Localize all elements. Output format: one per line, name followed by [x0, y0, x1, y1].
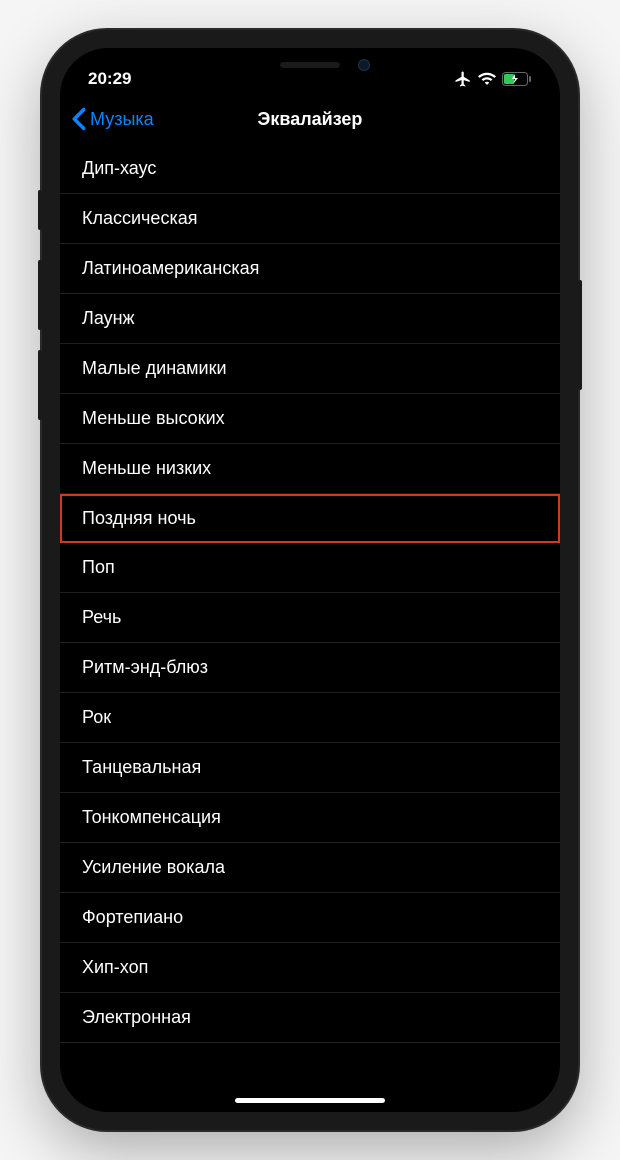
- speaker: [280, 62, 340, 68]
- list-item[interactable]: Классическая: [60, 194, 560, 244]
- preset-label: Дип-хаус: [82, 158, 156, 179]
- list-item[interactable]: Тонкомпенсация: [60, 793, 560, 843]
- power-button: [578, 280, 582, 390]
- preset-label: Латиноамериканская: [82, 258, 259, 279]
- wifi-icon: [478, 72, 496, 86]
- list-item[interactable]: Речь: [60, 593, 560, 643]
- list-item[interactable]: Поздняя ночь: [60, 494, 560, 543]
- navigation-bar: Музыка Эквалайзер: [60, 96, 560, 144]
- preset-label: Лаунж: [82, 308, 135, 329]
- preset-label: Меньше низких: [82, 458, 211, 479]
- list-item[interactable]: Малые динамики: [60, 344, 560, 394]
- equalizer-preset-list[interactable]: Дип-хаус Классическая Латиноамериканская Ла…: [60, 144, 560, 1043]
- preset-label: Тонкомпенсация: [82, 807, 221, 828]
- preset-label: Усиление вокала: [82, 857, 225, 878]
- list-item[interactable]: Меньше низких: [60, 444, 560, 494]
- list-item[interactable]: Фортепиано: [60, 893, 560, 943]
- screen: 20:29 Музыка Эквалайзер Дип-хаус Классиче…: [60, 48, 560, 1112]
- list-item[interactable]: Меньше высоких: [60, 394, 560, 444]
- preset-label: Хип-хоп: [82, 957, 148, 978]
- preset-label: Фортепиано: [82, 907, 183, 928]
- list-item[interactable]: Усиление вокала: [60, 843, 560, 893]
- back-button[interactable]: Музыка: [72, 107, 154, 131]
- status-icons: [454, 70, 532, 88]
- list-item[interactable]: Латиноамериканская: [60, 244, 560, 294]
- preset-label: Классическая: [82, 208, 197, 229]
- front-camera: [358, 59, 370, 71]
- preset-label: Электронная: [82, 1007, 191, 1028]
- list-item[interactable]: Рок: [60, 693, 560, 743]
- silent-switch: [38, 190, 42, 230]
- list-item[interactable]: Танцевальная: [60, 743, 560, 793]
- preset-label: Малые динамики: [82, 358, 227, 379]
- preset-label: Речь: [82, 607, 121, 628]
- list-item[interactable]: Электронная: [60, 993, 560, 1043]
- home-indicator[interactable]: [235, 1098, 385, 1103]
- preset-label: Ритм-энд-блюз: [82, 657, 208, 678]
- notch: [195, 48, 425, 82]
- preset-label: Поп: [82, 557, 115, 578]
- list-item[interactable]: Ритм-энд-блюз: [60, 643, 560, 693]
- status-time: 20:29: [88, 69, 131, 89]
- list-item[interactable]: Дип-хаус: [60, 144, 560, 194]
- volume-down-button: [38, 350, 42, 420]
- preset-label: Рок: [82, 707, 111, 728]
- volume-up-button: [38, 260, 42, 330]
- preset-label: Танцевальная: [82, 757, 201, 778]
- preset-label: Меньше высоких: [82, 408, 225, 429]
- chevron-left-icon: [72, 107, 86, 131]
- list-item[interactable]: Поп: [60, 543, 560, 593]
- preset-label: Поздняя ночь: [82, 508, 196, 529]
- back-label: Музыка: [90, 109, 154, 130]
- battery-icon: [502, 72, 532, 86]
- phone-frame: 20:29 Музыка Эквалайзер Дип-хаус Классиче…: [42, 30, 578, 1130]
- list-item[interactable]: Хип-хоп: [60, 943, 560, 993]
- list-item[interactable]: Лаунж: [60, 294, 560, 344]
- airplane-mode-icon: [454, 70, 472, 88]
